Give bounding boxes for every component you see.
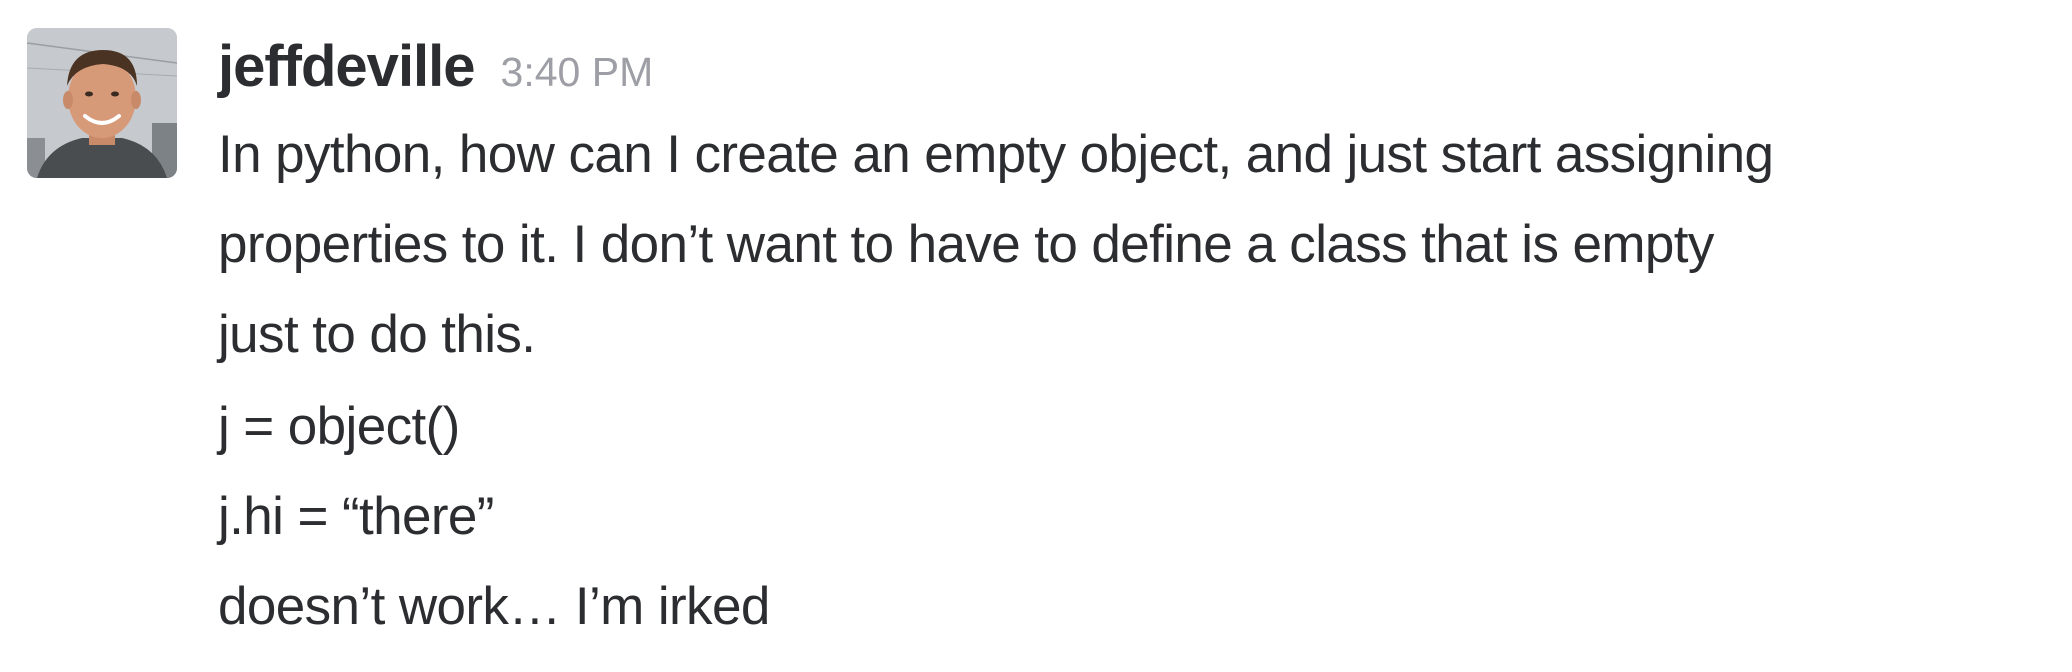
message-text-line: j = object() [218,397,460,456]
chat-message: jeffdeville 3:40 PM In python, how can I… [0,0,2072,672]
message-text-line: In python, how can I create an empty obj… [218,125,1774,184]
message-content: jeffdeville 3:40 PM In python, how can I… [218,24,2058,652]
avatar[interactable] [27,28,177,178]
username-link[interactable]: jeffdeville [218,24,476,110]
message-text-line: properties to it. I don’t want to have t… [218,215,1714,274]
message-text-line: doesn’t work… I’m irked [218,577,770,636]
message-text-line: just to do this. [218,305,536,364]
user-avatar-photo [27,28,177,178]
message-header: jeffdeville 3:40 PM [218,24,2058,110]
message-body: In python, how can I create an empty obj… [218,110,2058,652]
message-paragraph: In python, how can I create an empty obj… [218,110,2058,380]
message-text-line: j.hi = “there” [218,487,494,546]
message-followup: j = object() j.hi = “there” doesn’t work… [218,382,2058,652]
timestamp-link[interactable]: 3:40 PM [501,29,654,115]
